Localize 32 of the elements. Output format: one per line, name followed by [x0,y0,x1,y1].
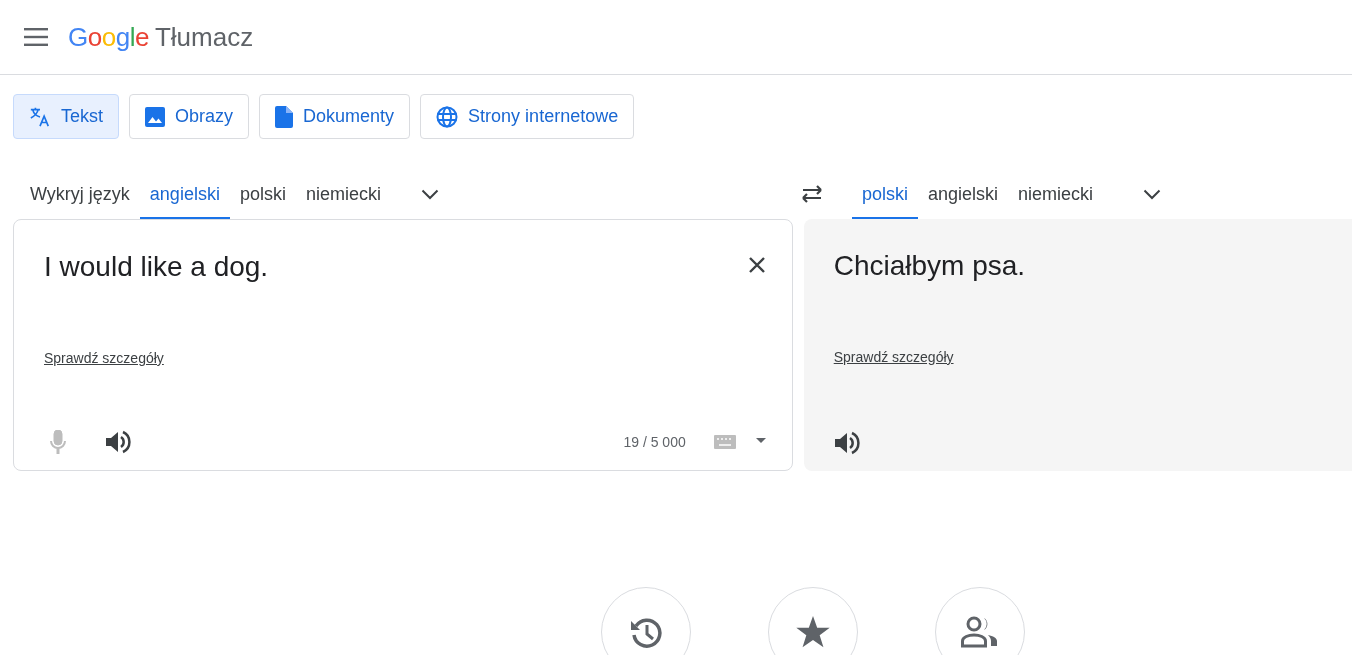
image-icon [145,106,165,127]
translation-text: Chciałbym psa. [833,250,1026,281]
language-tab[interactable]: niemiecki [1008,169,1104,219]
language-tab[interactable]: Wykryj język [20,169,140,219]
dropdown-caret-icon[interactable] [755,437,766,443]
source-text-field[interactable]: I would like a dog. [44,246,694,288]
chevron-down-icon[interactable] [420,188,439,200]
globe-icon [436,105,459,128]
language-tab[interactable]: angielski [918,169,1009,219]
chevron-down-icon[interactable] [1143,188,1162,200]
details-link[interactable]: Sprawdź szczegóły [833,349,954,365]
translate-icon [29,105,51,128]
close-icon[interactable] [747,256,766,274]
speaker-icon[interactable] [105,430,131,454]
star-icon [796,616,830,648]
mode-tab[interactable]: Dokumenty [259,94,411,139]
swap-icon[interactable] [800,185,824,203]
speaker-icon[interactable] [833,431,860,455]
people-icon [961,616,999,648]
mode-tab[interactable]: Obrazy [129,94,250,139]
mode-tab[interactable]: Tekst [13,94,119,139]
product-title: Tłumacz [154,20,254,54]
character-count: 19 / 5 000 [623,432,686,452]
document-icon [275,105,294,128]
mode-tab[interactable]: Strony internetowe [420,94,635,139]
google-logo[interactable]: Google [68,17,149,57]
menu-icon[interactable] [24,28,48,46]
details-link[interactable]: Sprawdź szczegóły [44,350,164,366]
history-icon [629,616,663,650]
language-tab[interactable]: polski [229,169,296,219]
language-tab[interactable]: niemiecki [295,169,391,219]
language-tab[interactable]: angielski [139,169,230,219]
